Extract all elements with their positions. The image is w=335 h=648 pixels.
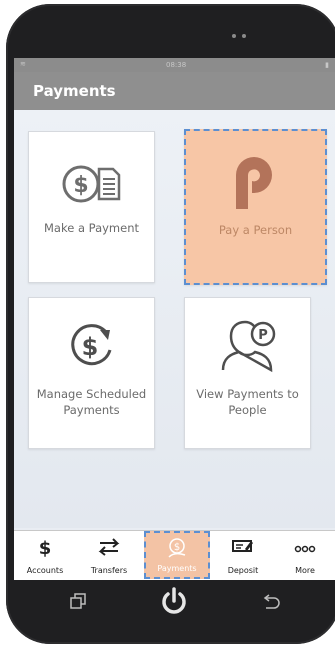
svg-text:P: P <box>258 328 268 343</box>
tab-deposit-label: Deposit <box>227 566 259 575</box>
status-bar: ≋ 08:38 ▮ <box>14 58 335 72</box>
page-title: Payments <box>14 72 335 110</box>
make-payment-label: Make a Payment <box>44 221 139 235</box>
power-icon[interactable] <box>160 586 188 616</box>
more-icon <box>294 545 316 553</box>
svg-text:$: $ <box>73 173 88 198</box>
transfer-icon <box>98 538 120 556</box>
person-p-icon: P <box>221 320 275 373</box>
dollar-refresh-icon: $ <box>70 324 111 366</box>
check-deposit-icon <box>232 540 253 552</box>
pay-a-person-tile[interactable]: Pay a Person <box>184 129 327 285</box>
back-icon[interactable] <box>260 590 282 614</box>
svg-text:$: $ <box>39 538 52 557</box>
view-payments-label-1: View Payments to <box>196 387 299 401</box>
tab-payments[interactable]: $ Payments <box>144 531 210 579</box>
tab-more-label: More <box>295 566 315 575</box>
svg-text:$: $ <box>81 333 98 361</box>
view-payments-label-2: People <box>228 403 267 417</box>
p-logo-icon <box>235 157 272 209</box>
front-camera <box>232 34 246 38</box>
tab-payments-label: Payments <box>157 564 197 573</box>
battery-icon: ▮ <box>325 61 329 69</box>
app-screen: ≋ 08:38 ▮ Payments $ Make a Payment Pay … <box>14 58 335 580</box>
svg-text:$: $ <box>174 542 180 553</box>
tab-transfers-label: Transfers <box>90 566 128 575</box>
make-payment-tile[interactable]: $ Make a Payment <box>28 131 155 283</box>
view-payments-to-people-tile[interactable]: P View Payments to People <box>184 297 311 449</box>
manage-scheduled-label-1: Manage Scheduled <box>36 387 147 401</box>
tab-more[interactable]: More <box>274 533 335 579</box>
system-navigation-bar <box>14 580 335 630</box>
wifi-icon: ≋ <box>20 60 26 68</box>
status-time: 08:38 <box>166 61 187 69</box>
pay-a-person-label: Pay a Person <box>218 223 293 237</box>
dollar-icon: $ <box>39 538 52 557</box>
payments-grid: $ Make a Payment Pay a Person $ Manage S… <box>14 110 335 528</box>
manage-scheduled-label-2: Payments <box>63 403 120 417</box>
recent-apps-icon[interactable] <box>68 590 88 614</box>
manage-scheduled-payments-tile[interactable]: $ Manage Scheduled Payments <box>28 297 155 449</box>
bottom-tab-bar: $ Accounts Transfers $ Payments Deposit … <box>14 530 335 580</box>
tab-accounts[interactable]: $ Accounts <box>14 533 76 579</box>
tab-accounts-label: Accounts <box>26 566 64 575</box>
dollar-document-icon: $ <box>62 165 120 203</box>
tab-transfers[interactable]: Transfers <box>78 533 140 579</box>
payments-icon: $ <box>168 538 186 558</box>
tab-deposit[interactable]: Deposit <box>212 533 274 579</box>
